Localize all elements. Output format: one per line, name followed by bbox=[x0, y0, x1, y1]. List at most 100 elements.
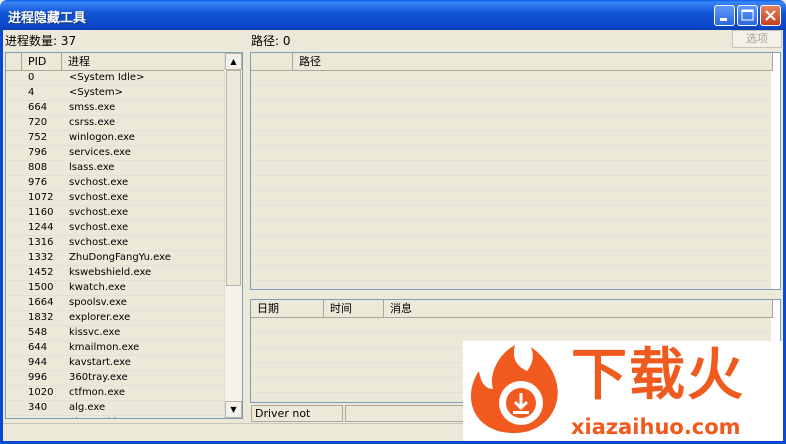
window-title: 进程隐藏工具 bbox=[8, 11, 87, 26]
pid-cell: 1316 bbox=[28, 237, 54, 248]
empty-row bbox=[251, 221, 771, 236]
empty-row bbox=[251, 281, 771, 289]
pid-cell: 1664 bbox=[28, 297, 54, 308]
flame-logo-icon bbox=[470, 345, 558, 433]
log-column-header-message[interactable]: 消息 bbox=[384, 300, 773, 318]
empty-row bbox=[251, 251, 771, 266]
table-row[interactable]: 2184 TheWorld.exe bbox=[6, 416, 225, 418]
table-row[interactable]: 1332 ZhuDongFangYu.exe bbox=[6, 251, 225, 266]
table-row[interactable]: 1244 svchost.exe bbox=[6, 221, 225, 236]
path-column-header[interactable]: 路径 bbox=[293, 53, 773, 71]
table-row[interactable]: 1452 kswebshield.exe bbox=[6, 266, 225, 281]
table-row[interactable]: 1160 svchost.exe bbox=[6, 206, 225, 221]
table-row[interactable]: 996 360tray.exe bbox=[6, 371, 225, 386]
process-count-label: 进程数量: 37 bbox=[5, 34, 77, 48]
empty-row bbox=[251, 86, 771, 101]
table-row[interactable]: 1664 spoolsv.exe bbox=[6, 296, 225, 311]
pid-cell: 720 bbox=[28, 117, 48, 128]
table-row[interactable]: 752 winlogon.exe bbox=[6, 131, 225, 146]
scroll-down-button[interactable]: ▼ bbox=[225, 401, 242, 418]
table-row[interactable]: 644 kmailmon.exe bbox=[6, 341, 225, 356]
log-column-header-date[interactable]: 日期 bbox=[251, 300, 324, 318]
table-row[interactable]: 1832 explorer.exe bbox=[6, 311, 225, 326]
table-row[interactable]: 548 kissvc.exe bbox=[6, 326, 225, 341]
process-name-cell: <System Idle> bbox=[69, 72, 145, 83]
process-name-cell: kwatch.exe bbox=[69, 282, 126, 293]
empty-row bbox=[251, 191, 771, 206]
process-name-cell: ctfmon.exe bbox=[69, 387, 126, 398]
process-name-cell: spoolsv.exe bbox=[69, 297, 127, 308]
empty-row bbox=[251, 236, 771, 251]
pid-cell: 808 bbox=[28, 162, 48, 173]
process-name-cell: ZhuDongFangYu.exe bbox=[69, 252, 171, 263]
table-row[interactable]: 796 services.exe bbox=[6, 146, 225, 161]
pid-cell: 1452 bbox=[28, 267, 54, 278]
column-header-blank[interactable] bbox=[6, 53, 22, 71]
pid-cell: 976 bbox=[28, 177, 48, 188]
process-name-cell: smss.exe bbox=[69, 102, 116, 113]
table-row[interactable]: 340 alg.exe bbox=[6, 401, 225, 416]
pid-cell: 1072 bbox=[28, 192, 54, 203]
table-row[interactable]: 1072 svchost.exe bbox=[6, 191, 225, 206]
process-name-cell: svchost.exe bbox=[69, 192, 129, 203]
pid-cell: 796 bbox=[28, 147, 48, 158]
pid-cell: 1244 bbox=[28, 222, 54, 233]
process-name-cell: winlogon.exe bbox=[69, 132, 135, 143]
table-row[interactable]: 944 kavstart.exe bbox=[6, 356, 225, 371]
arrow-up-icon: ▲ bbox=[230, 57, 237, 66]
log-column-header-time[interactable]: 时间 bbox=[324, 300, 384, 318]
table-row[interactable]: 720 csrss.exe bbox=[6, 116, 225, 131]
pid-cell: 548 bbox=[28, 327, 48, 338]
table-row[interactable]: 1316 svchost.exe bbox=[6, 236, 225, 251]
process-name-cell: alg.exe bbox=[69, 402, 106, 413]
scroll-up-button[interactable]: ▲ bbox=[225, 53, 242, 70]
process-name-cell: csrss.exe bbox=[69, 117, 116, 128]
table-row[interactable]: 1020 ctfmon.exe bbox=[6, 386, 225, 401]
process-name-cell: explorer.exe bbox=[69, 312, 131, 323]
watermark: 下载火 xiazaihuo.com bbox=[463, 341, 783, 441]
empty-row bbox=[251, 146, 771, 161]
process-list[interactable]: PID 进程 0 <System Idle> 4 <System> 664 smss.ex… bbox=[5, 52, 243, 419]
process-name-cell: 360tray.exe bbox=[69, 372, 128, 383]
minimize-button[interactable] bbox=[714, 5, 735, 26]
status-panel-2 bbox=[345, 405, 465, 422]
table-row[interactable]: 976 svchost.exe bbox=[6, 176, 225, 191]
pid-cell: 1500 bbox=[28, 282, 54, 293]
path-count-label: 路径: 0 bbox=[251, 34, 291, 48]
column-header-process[interactable]: 进程 bbox=[62, 53, 226, 71]
process-list-scrollbar[interactable]: ▲ ▼ bbox=[224, 53, 242, 418]
process-name-cell: <System> bbox=[69, 87, 124, 98]
path-rows bbox=[251, 71, 771, 289]
column-header-pid[interactable]: PID bbox=[22, 53, 62, 71]
table-row[interactable]: 4 <System> bbox=[6, 86, 225, 101]
watermark-brand: 下载火 bbox=[571, 343, 745, 408]
process-rows: 0 <System Idle> 4 <System> 664 smss.exe 720 csr… bbox=[6, 71, 225, 418]
table-row[interactable]: 664 smss.exe bbox=[6, 101, 225, 116]
close-button[interactable] bbox=[760, 5, 781, 26]
table-row[interactable]: 0 <System Idle> bbox=[6, 71, 225, 86]
process-name-cell: kswebshield.exe bbox=[69, 267, 152, 278]
pid-cell: 4 bbox=[28, 87, 35, 98]
pid-cell: 944 bbox=[28, 357, 48, 368]
maximize-button[interactable] bbox=[737, 5, 758, 26]
pid-cell: 996 bbox=[28, 372, 48, 383]
empty-row bbox=[251, 161, 771, 176]
pid-cell: 644 bbox=[28, 342, 48, 353]
table-row[interactable]: 1500 kwatch.exe bbox=[6, 281, 225, 296]
title-bar[interactable]: 进程隐藏工具 bbox=[0, 0, 786, 30]
close-icon bbox=[765, 10, 776, 21]
empty-row bbox=[251, 318, 771, 333]
empty-row bbox=[251, 131, 771, 146]
pid-cell: 340 bbox=[28, 402, 48, 413]
scroll-thumb[interactable] bbox=[226, 70, 241, 286]
table-row[interactable]: 808 lsass.exe bbox=[6, 161, 225, 176]
arrow-down-icon: ▼ bbox=[230, 405, 237, 414]
empty-row bbox=[251, 101, 771, 116]
process-name-cell: TheWorld.exe bbox=[69, 416, 137, 418]
path-column-header-blank[interactable] bbox=[251, 53, 293, 71]
process-name-cell: svchost.exe bbox=[69, 222, 129, 233]
process-name-cell: services.exe bbox=[69, 147, 131, 158]
path-list[interactable]: 路径 bbox=[250, 52, 781, 290]
options-button[interactable]: 选项 bbox=[732, 30, 782, 48]
pid-cell: 664 bbox=[28, 102, 48, 113]
